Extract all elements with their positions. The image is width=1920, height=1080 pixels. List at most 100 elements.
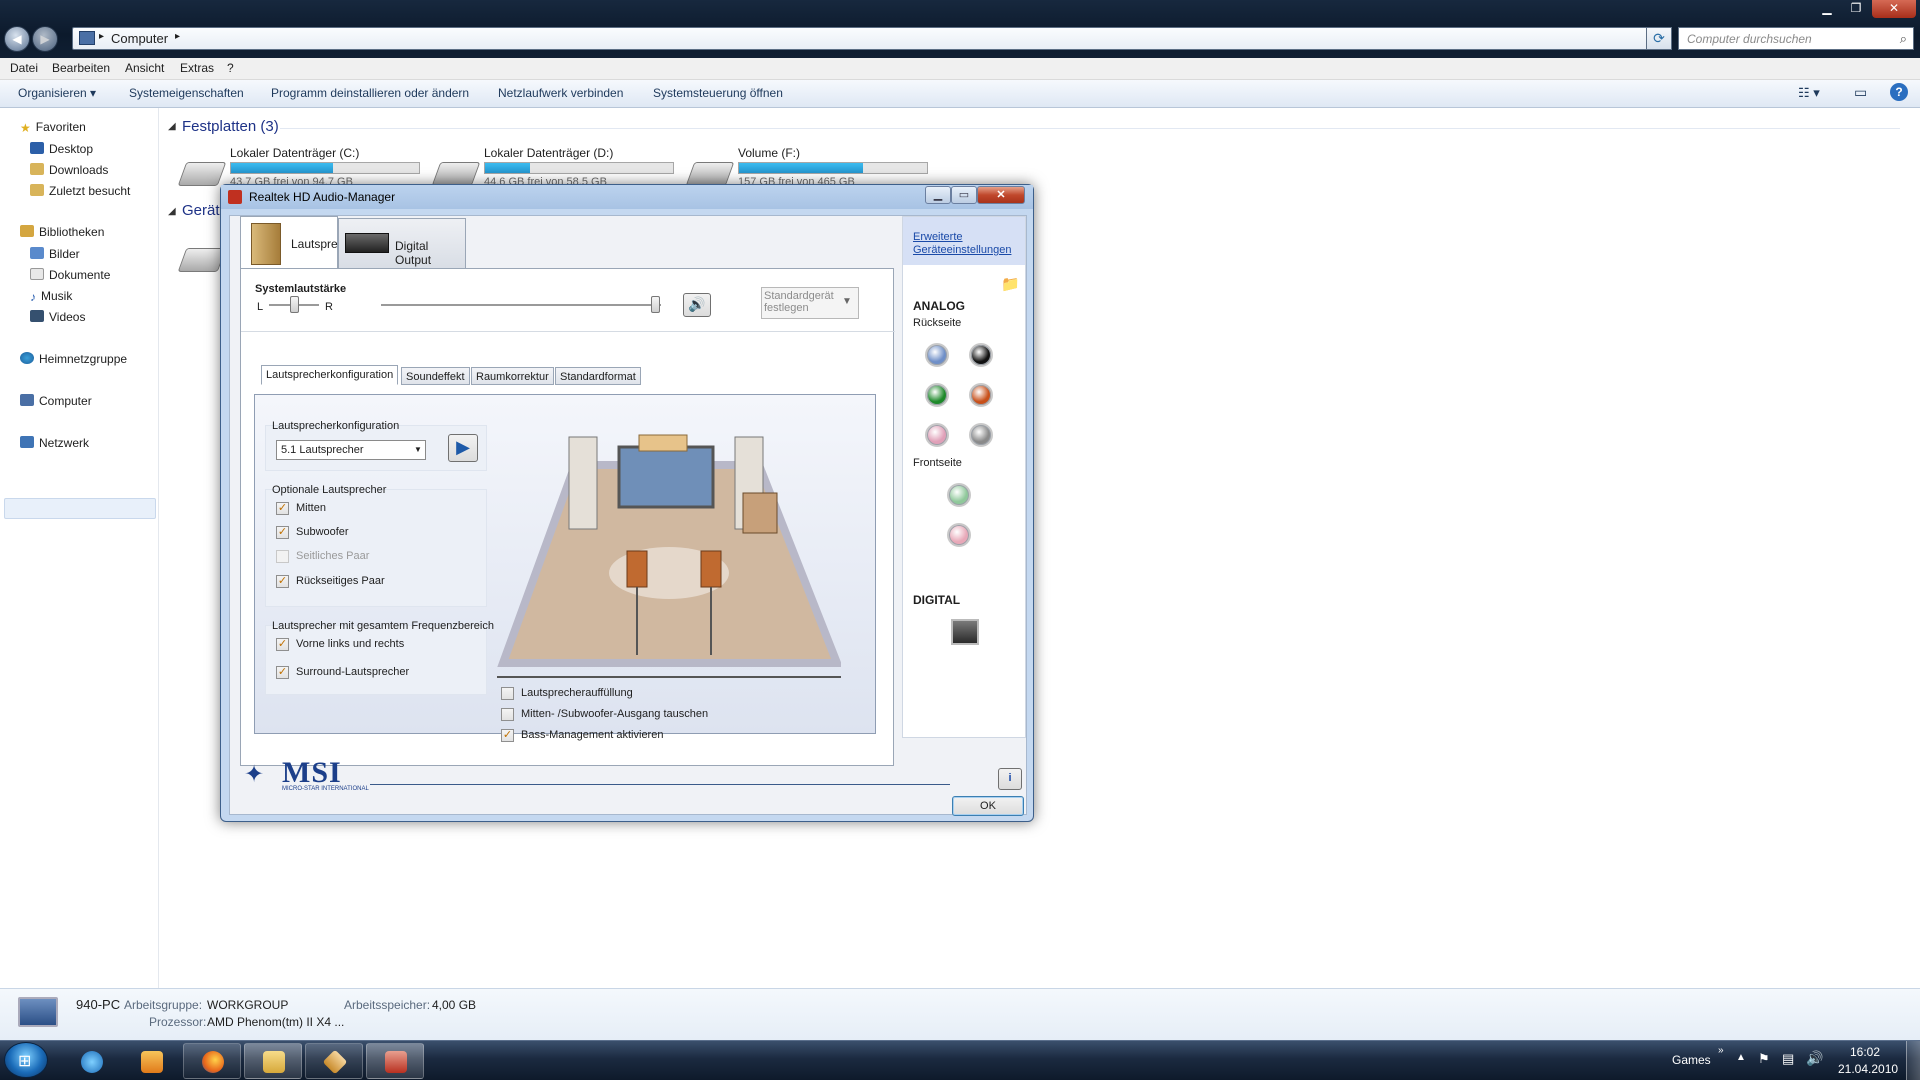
system-properties-button[interactable]: Systemeigenschaften [129, 86, 244, 100]
dialog-titlebar[interactable]: Realtek HD Audio-Manager ▁ ▭ ✕ [221, 185, 1033, 209]
dialog-minimize-button[interactable]: ▁ [925, 186, 951, 204]
nav-videos[interactable]: Videos [30, 310, 85, 324]
subtab-speaker-config[interactable]: Lautsprecherkonfiguration [261, 365, 399, 385]
nav-recent[interactable]: Zuletzt besucht [30, 184, 130, 198]
taskbar-firefox[interactable] [183, 1043, 241, 1079]
jack-rear-blue[interactable] [925, 343, 949, 367]
jack-front-green[interactable] [947, 483, 971, 507]
breadcrumb[interactable]: Computer [111, 31, 168, 46]
back-button[interactable]: ◀ [4, 26, 30, 52]
collapse-arrow-icon[interactable]: ◢ [168, 206, 176, 217]
taskbar-media-player[interactable] [122, 1043, 180, 1079]
tab-digital-output[interactable]: Digital Output [338, 218, 466, 270]
advanced-settings-link-1[interactable]: Erweiterte [913, 231, 963, 244]
chk-center[interactable]: ✓ [276, 502, 289, 515]
nav-favorites[interactable]: ★ Favoriten [20, 120, 86, 135]
collapse-arrow-icon[interactable]: ◢ [168, 121, 176, 132]
open-control-panel-button[interactable]: Systemsteuerung öffnen [653, 86, 783, 100]
drive-f-name[interactable]: Volume (F:) [738, 146, 800, 160]
dialog-maximize-button[interactable]: ▭ [951, 186, 977, 204]
nav-network[interactable]: Netzwerk [20, 436, 89, 450]
default-device-button[interactable]: Standardgerät festlegen ▼ [761, 287, 859, 319]
close-button[interactable]: ✕ [1872, 0, 1916, 18]
help-icon[interactable]: ? [1890, 83, 1908, 101]
speaker-room-graphic[interactable] [497, 415, 841, 679]
taskbar-app[interactable] [305, 1043, 363, 1079]
balance-slider[interactable] [290, 296, 299, 313]
uninstall-program-button[interactable]: Programm deinstallieren oder ändern [271, 86, 469, 100]
menu-extras[interactable]: Extras [180, 61, 214, 75]
nav-documents[interactable]: Dokumente [30, 268, 110, 282]
chk-swap-center-sub[interactable] [501, 708, 514, 721]
menu-ansicht[interactable]: Ansicht [125, 61, 164, 75]
chk-speaker-fill[interactable] [501, 687, 514, 700]
chk-rear-pair[interactable]: ✓ [276, 575, 289, 588]
chk-bass-management[interactable]: ✓ [501, 729, 514, 742]
rear-left-speaker[interactable] [626, 550, 648, 588]
subtab-sound-effect[interactable]: Soundeffekt [401, 367, 470, 385]
digital-connector-icon[interactable] [951, 619, 979, 645]
dialog-close-button[interactable]: ✕ [977, 186, 1025, 204]
subwoofer-speaker[interactable] [742, 492, 778, 534]
subtab-room-correction[interactable]: Raumkorrektur [471, 367, 554, 385]
search-icon[interactable]: ⌕ [1900, 31, 1907, 47]
show-hidden-icons-icon[interactable]: ▲ [1736, 1052, 1746, 1063]
jack-rear-orange[interactable] [969, 383, 993, 407]
volume-tray-icon[interactable]: 🔊 [1806, 1050, 1823, 1067]
subtab-default-format[interactable]: Standardformat [555, 367, 641, 385]
drive-d-name[interactable]: Lokaler Datenträger (D:) [484, 146, 613, 160]
clock-date[interactable]: 21.04.2010 [1838, 1062, 1898, 1076]
jack-rear-green[interactable] [925, 383, 949, 407]
jack-front-pink[interactable] [947, 523, 971, 547]
chk-subwoofer[interactable]: ✓ [276, 526, 289, 539]
nav-computer[interactable]: Computer [20, 394, 92, 408]
tab-speakers[interactable]: Lautsprecher [240, 216, 361, 270]
nav-homegroup[interactable]: Heimnetzgruppe [20, 352, 127, 366]
start-button[interactable]: ⊞ [4, 1042, 48, 1078]
menu-bearbeiten[interactable]: Bearbeiten [52, 61, 110, 75]
network-tray-icon[interactable]: ▤ [1782, 1051, 1794, 1067]
minimize-button[interactable]: ▁ [1814, 0, 1840, 18]
jack-rear-black[interactable] [969, 343, 993, 367]
taskbar-explorer[interactable] [244, 1043, 302, 1079]
volume-slider[interactable] [651, 296, 661, 313]
refresh-button[interactable]: ⟳ [1646, 27, 1672, 50]
toolbar-expand-icon[interactable]: » [1718, 1045, 1724, 1056]
preview-pane-icon[interactable]: ▭ [1854, 84, 1867, 101]
toolbar-games[interactable]: Games [1672, 1053, 1711, 1067]
nav-desktop[interactable]: Desktop [30, 142, 93, 156]
map-network-drive-button[interactable]: Netzlaufwerk verbinden [498, 86, 623, 100]
play-test-button[interactable]: ▶ [448, 434, 478, 462]
change-view-icon[interactable]: ☷ ▾ [1798, 85, 1820, 101]
mute-button[interactable]: 🔊 [683, 293, 711, 317]
chk-front-lr[interactable]: ✓ [276, 638, 289, 651]
nav-pictures[interactable]: Bilder [30, 247, 80, 261]
clock-time[interactable]: 16:02 [1850, 1045, 1880, 1059]
show-desktop-button[interactable] [1906, 1041, 1920, 1080]
organize-button[interactable]: Organisieren ▾ [18, 86, 96, 100]
taskbar-realtek[interactable] [366, 1043, 424, 1079]
folder-icon[interactable]: 📁 [1001, 275, 1020, 293]
search-input[interactable]: Computer durchsuchen ⌕ [1678, 27, 1914, 50]
menu-datei[interactable]: Datei [10, 61, 38, 75]
menu-help[interactable]: ? [227, 61, 234, 75]
rear-right-speaker[interactable] [700, 550, 722, 588]
jack-rear-gray[interactable] [969, 423, 993, 447]
group-header-disks[interactable]: Festplatten (3) [182, 118, 279, 135]
advanced-settings-link-2[interactable]: Geräteeinstellungen [913, 244, 1011, 257]
chk-side-pair[interactable] [276, 550, 289, 563]
front-left-speaker[interactable] [568, 436, 598, 530]
forward-button[interactable]: ▶ [32, 26, 58, 52]
action-center-flag-icon[interactable]: ⚑ [1758, 1051, 1770, 1067]
nav-downloads[interactable]: Downloads [30, 163, 108, 177]
breadcrumb-arrow-icon[interactable]: ▸ [175, 31, 180, 42]
info-button[interactable]: i [998, 768, 1022, 790]
drive-c-name[interactable]: Lokaler Datenträger (C:) [230, 146, 359, 160]
center-speaker[interactable] [638, 434, 688, 452]
speaker-config-select[interactable]: 5.1 Lautsprecher ▼ [276, 440, 426, 460]
ok-button[interactable]: OK [952, 796, 1024, 816]
taskbar-ie[interactable] [62, 1043, 120, 1079]
nav-libraries[interactable]: Bibliotheken [20, 225, 104, 239]
chk-surround[interactable]: ✓ [276, 666, 289, 679]
restore-button[interactable]: ❐ [1843, 0, 1869, 18]
